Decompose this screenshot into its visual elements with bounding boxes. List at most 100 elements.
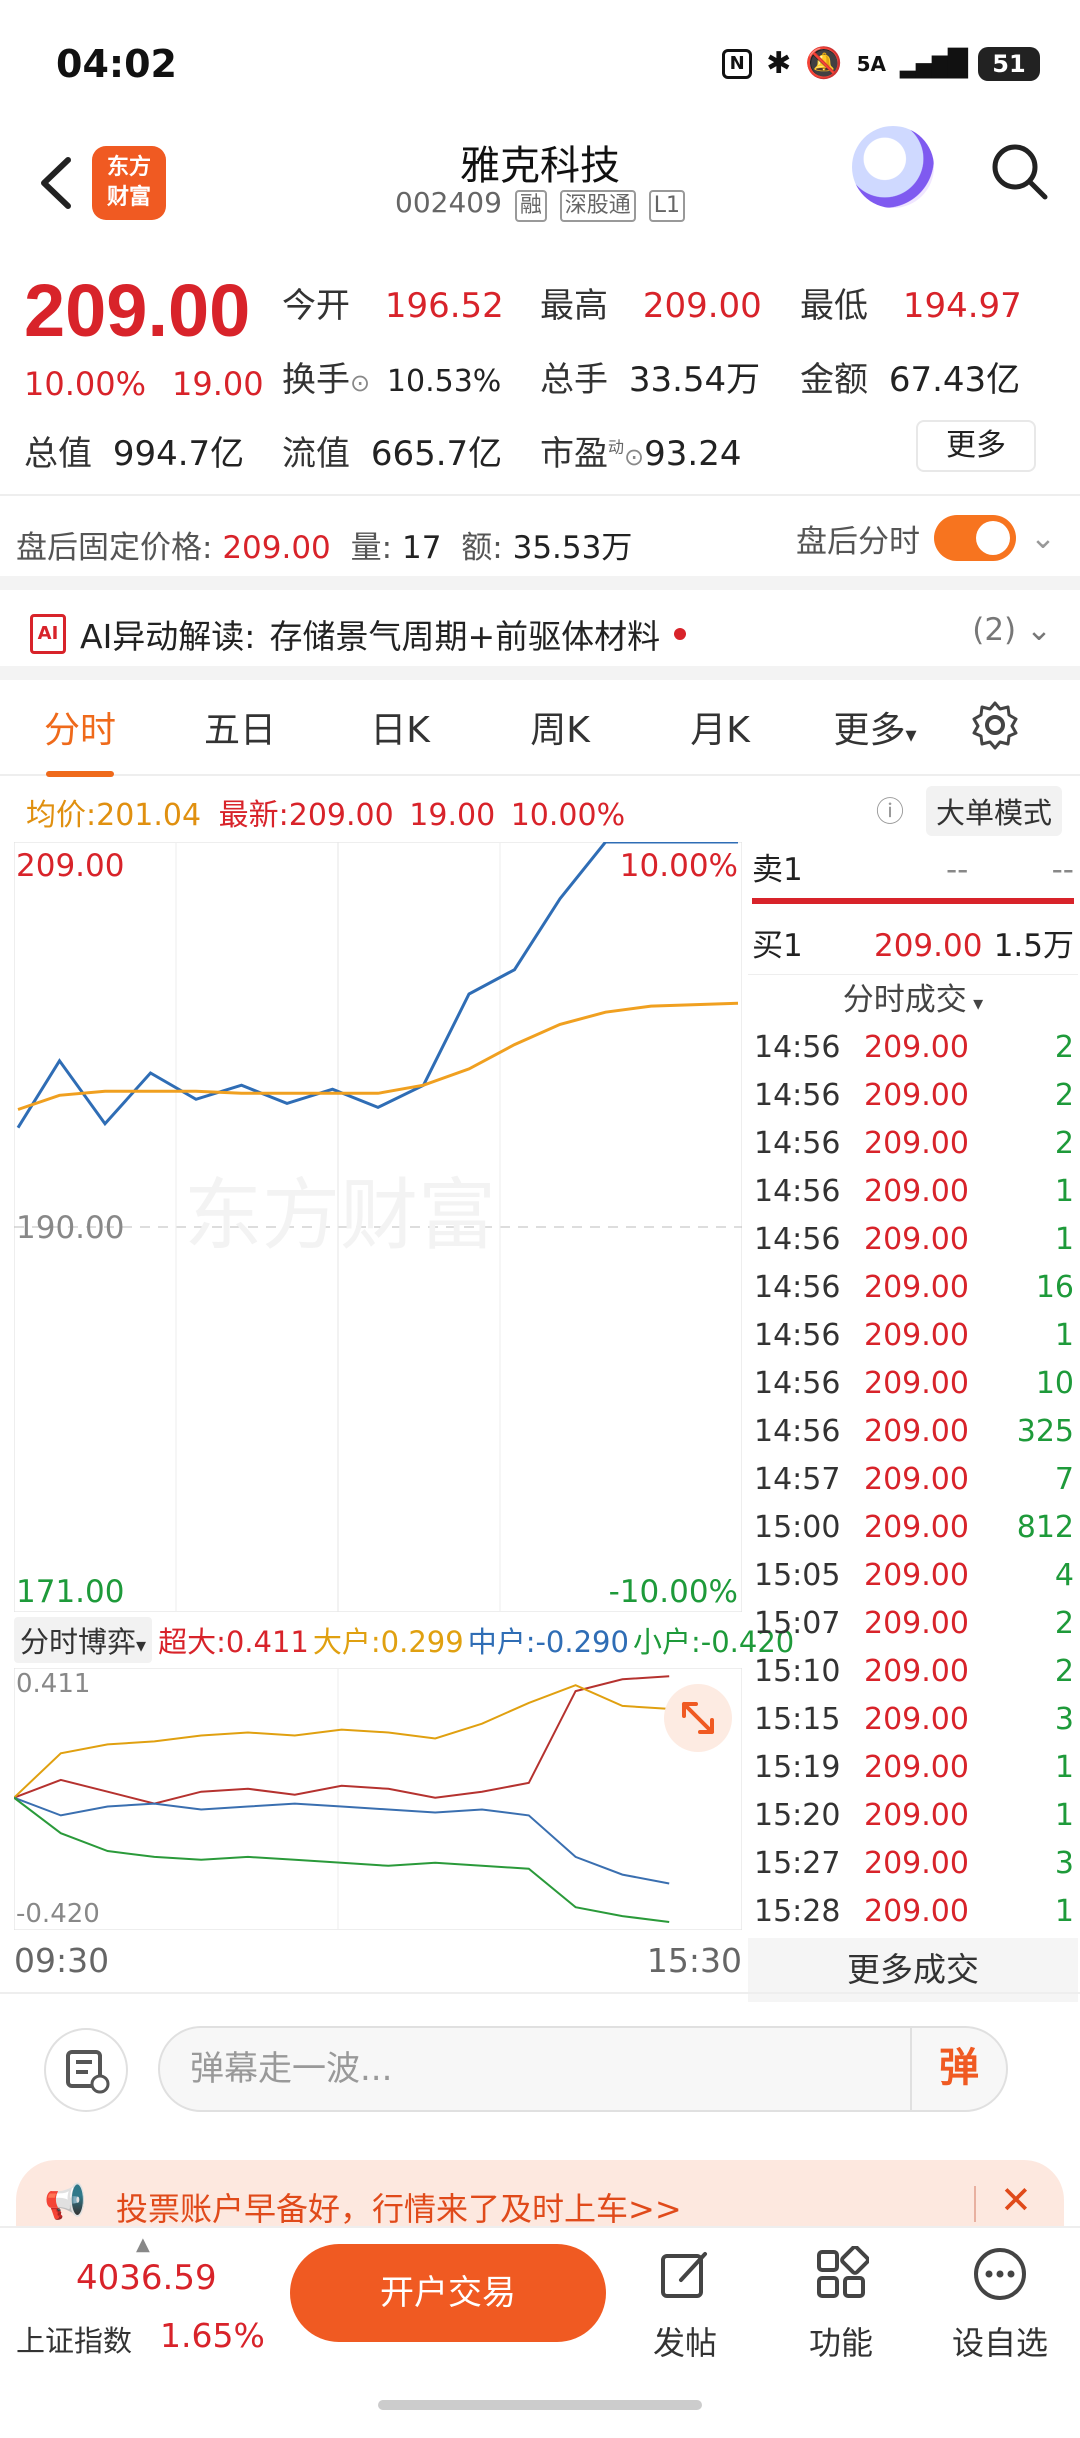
expand-button[interactable] [664, 1684, 732, 1752]
tick-row: 14:56 209.00 1 [748, 1168, 1078, 1216]
time-end: 15:30 [646, 1941, 742, 1980]
settings-button[interactable] [950, 699, 1040, 755]
tick-time: 14:56 [754, 1318, 841, 1353]
tab-intraday[interactable]: 分时 [0, 701, 160, 777]
home-indicator[interactable] [378, 2400, 702, 2410]
sell1-row: 卖1 -- -- [752, 852, 1074, 888]
quote-total-cap: 总值 994.7亿 [24, 434, 245, 474]
chart-bottom-price: 171.00 [16, 1574, 124, 1610]
tab-five-day[interactable]: 五日 [160, 701, 320, 753]
nav-post[interactable]: 发帖 [630, 2246, 740, 2364]
ticks-header[interactable]: 分时成交 ▾ [748, 974, 1078, 1024]
tick-row: 14:56 209.00 2 [748, 1024, 1078, 1072]
flow-min: -0.420 [16, 1899, 100, 1929]
tick-row: 15:28 209.00 1 [748, 1888, 1078, 1936]
danmu-button[interactable]: 弹 [910, 2028, 1006, 2110]
close-icon[interactable]: ✕ [1000, 2178, 1032, 2222]
tick-volume: 3 [1054, 1846, 1074, 1881]
tick-row: 15:15 209.00 3 [748, 1696, 1078, 1744]
comment-settings-button[interactable] [44, 2028, 128, 2112]
tick-time: 14:56 [754, 1222, 841, 1257]
search-icon [992, 144, 1048, 200]
tab-weekly-k[interactable]: 周K [480, 701, 640, 753]
nfc-icon: N [722, 48, 753, 79]
flow-large: 大户:0.299 [312, 1625, 464, 1659]
tick-volume: 10 [1035, 1366, 1074, 1401]
tick-price: 209.00 [864, 1126, 969, 1161]
tick-row: 14:56 209.00 325 [748, 1408, 1078, 1456]
time-start: 09:30 [14, 1941, 110, 1980]
tick-volume: 812 [1016, 1510, 1074, 1545]
tick-price: 209.00 [864, 1030, 969, 1065]
tick-row: 14:56 209.00 2 [748, 1120, 1078, 1168]
tick-time: 15:27 [754, 1846, 841, 1881]
ai-assistant-avatar[interactable] [852, 126, 934, 208]
chevron-down-icon[interactable]: ⌄ [1030, 520, 1056, 556]
index-name[interactable]: 上证指数 [16, 2318, 132, 2360]
tick-volume: 16 [1035, 1270, 1074, 1305]
intraday-chart-area[interactable]: 东方财富 209.00 10.00% 190.00 171.00 -10.00%… [14, 842, 794, 1992]
tick-price: 209.00 [864, 1318, 969, 1353]
up-arrow-icon: ▲ [136, 2234, 150, 2255]
chart-tabs: 分时 五日 日K 周K 月K 更多▾ [0, 680, 1080, 777]
flow-header: 分时博弈▾ 超大:0.411 大户:0.299 中户:-0.290 小户:-0.… [14, 1612, 794, 1668]
danmu-settings-icon [66, 2050, 110, 2094]
tab-more[interactable]: 更多▾ [800, 701, 950, 753]
tick-time: 14:56 [754, 1174, 841, 1209]
status-time: 04:02 [56, 42, 177, 86]
tick-volume: 4 [1054, 1558, 1074, 1593]
tick-time: 15:05 [754, 1558, 841, 1593]
info-icon[interactable]: ⊙ [350, 369, 370, 397]
tick-row: 15:00 209.00 812 [748, 1504, 1078, 1552]
ai-insight-row[interactable]: AI AI异动解读: 存储景气周期+前驱体材料 [30, 610, 687, 658]
flow-selector[interactable]: 分时博弈▾ [14, 1617, 153, 1663]
tick-price: 209.00 [864, 1798, 969, 1833]
flow-medium: 中户:-0.290 [467, 1625, 629, 1659]
tick-price: 209.00 [864, 1174, 969, 1209]
divider [0, 1992, 1080, 1994]
unread-dot [674, 628, 687, 640]
tick-volume: 7 [1054, 1462, 1074, 1497]
index-value[interactable]: 4036.59 [76, 2258, 217, 2298]
tick-time: 14:56 [754, 1126, 841, 1161]
big-order-mode-button[interactable]: 大单模式 [925, 786, 1062, 836]
ai-count[interactable]: (2) ⌄ [972, 612, 1052, 648]
current-price: 209.00 [24, 269, 251, 352]
tick-row: 14:57 209.00 7 [748, 1456, 1078, 1504]
quote-amount: 金额 67.43亿 [800, 360, 1021, 400]
tick-time: 14:56 [754, 1078, 841, 1113]
tick-row: 15:10 209.00 2 [748, 1648, 1078, 1696]
promo-text[interactable]: 投票账户早备好，行情来了及时上车>> [116, 2184, 682, 2230]
danmu-input[interactable]: 弹幕走一波... [158, 2026, 1008, 2112]
divider [0, 576, 1080, 590]
ai-doc-icon: AI [30, 614, 66, 654]
tick-price: 209.00 [864, 1654, 969, 1689]
nav-add-watchlist[interactable]: 设自选 [945, 2246, 1055, 2364]
tick-row: 14:56 209.00 10 [748, 1360, 1078, 1408]
tick-price: 209.00 [864, 1222, 969, 1257]
help-icon[interactable]: ⓘ [876, 790, 904, 830]
gear-icon [972, 701, 1018, 750]
after-hours-toggle[interactable] [934, 515, 1017, 561]
more-quote-button[interactable]: 更多 [916, 420, 1036, 472]
tick-time: 15:20 [754, 1798, 841, 1833]
quote-pe: 市盈动⊙93.24 [540, 434, 742, 474]
avg-price-row: 均价:201.04 最新:209.00 19.00 10.00% [26, 798, 626, 833]
battery-icon: 51 [978, 46, 1040, 81]
tick-price: 209.00 [864, 1894, 969, 1929]
index-pct: 1.65% [160, 2316, 265, 2355]
tab-daily-k[interactable]: 日K [320, 701, 480, 753]
time-axis: 09:30 15:30 [14, 1930, 742, 1992]
tag-margin: 融 [514, 190, 547, 222]
search-button[interactable] [988, 140, 1050, 202]
info-icon[interactable]: ⊙ [624, 443, 644, 471]
tick-row: 15:19 209.00 1 [748, 1744, 1078, 1792]
nav-functions[interactable]: 功能 [786, 2245, 896, 2364]
tag-level: L1 [648, 190, 685, 222]
tab-monthly-k[interactable]: 月K [640, 701, 800, 753]
open-account-trade-button[interactable]: 开户交易 [290, 2244, 606, 2342]
intraday-price-chart[interactable]: 东方财富 209.00 10.00% 190.00 171.00 -10.00% [14, 842, 742, 1612]
nav-add-watchlist-label: 设自选 [951, 2324, 1048, 2362]
flow-chart[interactable]: 0.411 -0.420 [14, 1668, 742, 1930]
chart-top-pct: 10.00% [620, 848, 738, 884]
